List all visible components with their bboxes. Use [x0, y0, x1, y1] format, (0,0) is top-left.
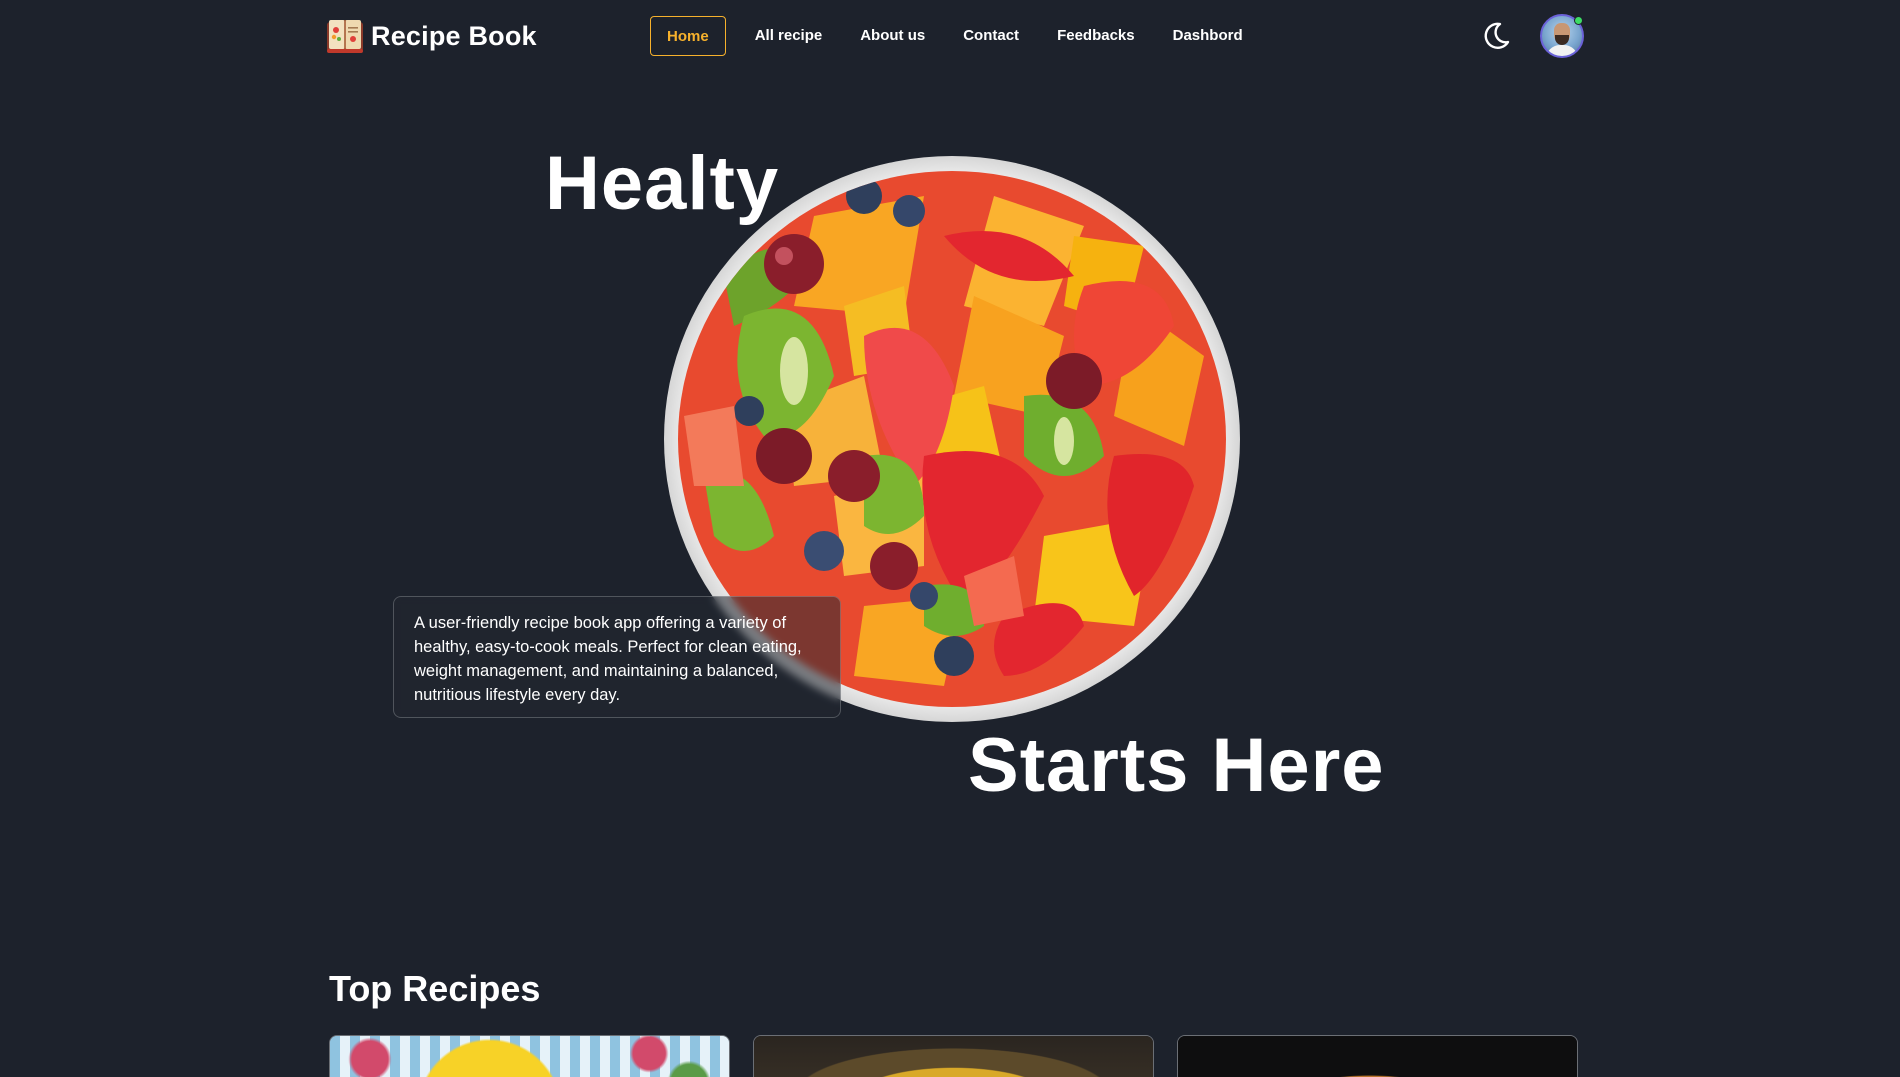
recipe-book-logo-icon	[327, 20, 363, 53]
hero-description: A user-friendly recipe book app offering…	[414, 614, 802, 704]
recipe-card-image	[330, 1036, 729, 1077]
recipe-card[interactable]	[329, 1035, 730, 1077]
recipe-card[interactable]	[1177, 1035, 1578, 1077]
nav-feedbacks[interactable]: Feedbacks	[1038, 16, 1154, 56]
main-nav: Home All recipe About us Contact Feedbac…	[650, 16, 1262, 56]
page: Recipe Book Home All recipe About us Con…	[0, 0, 1900, 1077]
brand-name: Recipe Book	[371, 20, 537, 51]
top-recipes-title: Top Recipes	[329, 968, 541, 1009]
recipe-card-image	[754, 1036, 1153, 1077]
nav-contact[interactable]: Contact	[944, 16, 1038, 56]
online-status-indicator	[1574, 16, 1583, 25]
recipe-card[interactable]	[753, 1035, 1154, 1077]
hero-title-bottom: Starts Here	[968, 723, 1385, 808]
nav-dashbord[interactable]: Dashbord	[1154, 16, 1262, 56]
brand-link[interactable]: Recipe Book	[325, 16, 537, 56]
nav-all-recipe[interactable]: All recipe	[736, 16, 842, 56]
recipe-card-image	[1178, 1036, 1577, 1077]
navbar: Recipe Book Home All recipe About us Con…	[0, 0, 1900, 72]
hero-description-card: A user-friendly recipe book app offering…	[393, 596, 841, 718]
nav-about-us[interactable]: About us	[841, 16, 944, 56]
moon-icon[interactable]	[1480, 20, 1512, 52]
hero-title-top: Healty	[545, 141, 780, 226]
nav-home[interactable]: Home	[650, 16, 726, 56]
